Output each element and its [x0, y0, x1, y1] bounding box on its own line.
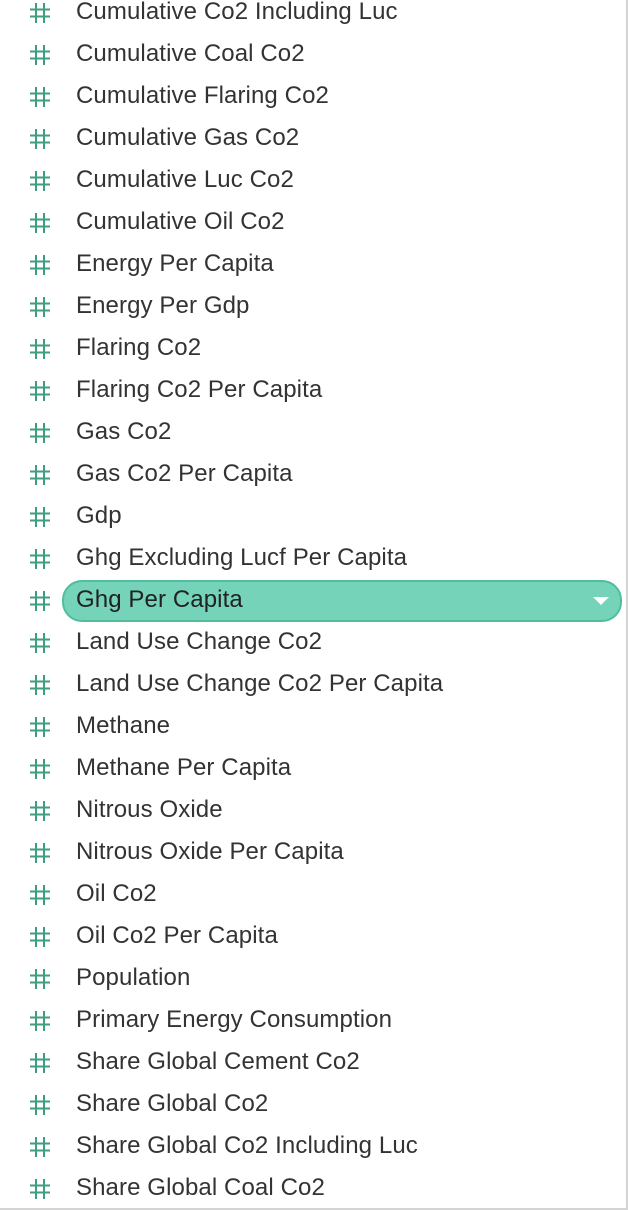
number-hash-icon	[29, 380, 51, 402]
number-hash-icon	[29, 1178, 51, 1200]
field-item[interactable]: Flaring Co2 Per Capita	[0, 369, 626, 411]
field-label: Cumulative Flaring Co2	[76, 82, 329, 109]
number-hash-icon	[29, 1094, 51, 1116]
field-label: Share Global Co2	[76, 1090, 269, 1117]
field-item[interactable]: Energy Per Gdp	[0, 285, 626, 327]
field-label: Oil Co2	[76, 880, 157, 907]
field-label: Cumulative Luc Co2	[76, 166, 294, 193]
number-hash-icon	[29, 842, 51, 864]
field-item[interactable]: Cumulative Gas Co2	[0, 117, 626, 159]
number-hash-icon	[29, 1052, 51, 1074]
field-label: Cumulative Gas Co2	[76, 124, 300, 151]
number-hash-icon	[29, 44, 51, 66]
number-hash-icon	[29, 254, 51, 276]
field-item[interactable]: Nitrous Oxide Per Capita	[0, 831, 626, 873]
field-item[interactable]: Cumulative Luc Co2	[0, 159, 626, 201]
field-label: Gdp	[76, 502, 122, 529]
field-label: Nitrous Oxide Per Capita	[76, 838, 344, 865]
field-item[interactable]: Energy Per Capita	[0, 243, 626, 285]
field-label: Cumulative Co2 Including Luc	[76, 0, 398, 25]
field-item[interactable]: Cumulative Co2 Including Luc	[0, 0, 626, 33]
number-hash-icon	[29, 926, 51, 948]
number-hash-icon	[29, 128, 51, 150]
field-item[interactable]: Oil Co2	[0, 873, 626, 915]
number-hash-icon	[29, 422, 51, 444]
number-hash-icon	[29, 1010, 51, 1032]
field-item[interactable]: Share Global Co2 Including Luc	[0, 1125, 626, 1167]
field-label: Share Global Cement Co2	[76, 1048, 360, 1075]
field-item[interactable]: Share Global Cement Co2	[0, 1041, 626, 1083]
field-item[interactable]: Cumulative Coal Co2	[0, 33, 626, 75]
number-hash-icon	[29, 968, 51, 990]
field-label: Flaring Co2	[76, 334, 202, 361]
number-hash-icon	[29, 86, 51, 108]
number-hash-icon	[29, 2, 51, 24]
number-hash-icon	[29, 338, 51, 360]
field-label: Energy Per Gdp	[76, 292, 250, 319]
number-hash-icon	[29, 506, 51, 528]
field-label: Primary Energy Consumption	[76, 1006, 393, 1033]
field-item[interactable]: Methane	[0, 705, 626, 747]
number-hash-icon	[29, 464, 51, 486]
field-label: Nitrous Oxide	[76, 796, 223, 823]
field-item[interactable]: Flaring Co2	[0, 327, 626, 369]
number-hash-icon	[29, 590, 51, 612]
field-item[interactable]: Land Use Change Co2 Per Capita	[0, 663, 626, 705]
number-hash-icon	[29, 632, 51, 654]
data-pane-field-list: Cumulative Co2 Including Luc Cumulative C…	[0, 0, 628, 1210]
number-hash-icon	[29, 716, 51, 738]
number-hash-icon	[29, 884, 51, 906]
field-item[interactable]: Cumulative Flaring Co2	[0, 75, 626, 117]
field-label: Cumulative Oil Co2	[76, 208, 285, 235]
field-item[interactable]: Methane Per Capita	[0, 747, 626, 789]
measure-field-list: Cumulative Co2 Including Luc Cumulative C…	[0, 0, 626, 1208]
field-label: Share Global Coal Co2	[76, 1174, 325, 1201]
number-hash-icon	[29, 296, 51, 318]
field-label: Methane	[76, 712, 171, 739]
number-hash-icon	[29, 758, 51, 780]
field-label: Land Use Change Co2	[76, 628, 323, 655]
field-label: Gas Co2 Per Capita	[76, 460, 293, 487]
field-item[interactable]: Cumulative Oil Co2	[0, 201, 626, 243]
field-label: Ghg Excluding Lucf Per Capita	[76, 544, 408, 571]
field-item[interactable]: Ghg Per Capita	[0, 579, 626, 622]
number-hash-icon	[29, 1136, 51, 1158]
field-label: Gas Co2	[76, 418, 172, 445]
field-item[interactable]: Share Global Coal Co2	[0, 1167, 626, 1208]
field-item[interactable]: Primary Energy Consumption	[0, 999, 626, 1041]
field-item[interactable]: Population	[0, 957, 626, 999]
field-item[interactable]: Oil Co2 Per Capita	[0, 915, 626, 957]
field-label: Flaring Co2 Per Capita	[76, 376, 323, 403]
field-label: Share Global Co2 Including Luc	[76, 1132, 418, 1159]
field-label: Population	[76, 964, 191, 991]
number-hash-icon	[29, 674, 51, 696]
field-item[interactable]: Share Global Co2	[0, 1083, 626, 1125]
field-item[interactable]: Land Use Change Co2	[0, 621, 626, 663]
field-label: Oil Co2 Per Capita	[76, 922, 278, 949]
field-item[interactable]: Ghg Excluding Lucf Per Capita	[0, 537, 626, 579]
number-hash-icon	[29, 548, 51, 570]
field-label: Energy Per Capita	[76, 250, 274, 277]
field-label: Ghg Per Capita	[76, 586, 243, 613]
field-label: Methane Per Capita	[76, 754, 292, 781]
dropdown-caret-icon[interactable]	[593, 597, 609, 605]
field-item[interactable]: Gdp	[0, 495, 626, 537]
field-label: Cumulative Coal Co2	[76, 40, 305, 67]
field-item[interactable]: Nitrous Oxide	[0, 789, 626, 831]
number-hash-icon	[29, 170, 51, 192]
number-hash-icon	[29, 800, 51, 822]
field-label: Land Use Change Co2 Per Capita	[76, 670, 444, 697]
number-hash-icon	[29, 212, 51, 234]
field-item[interactable]: Gas Co2 Per Capita	[0, 453, 626, 495]
field-item[interactable]: Gas Co2	[0, 411, 626, 453]
